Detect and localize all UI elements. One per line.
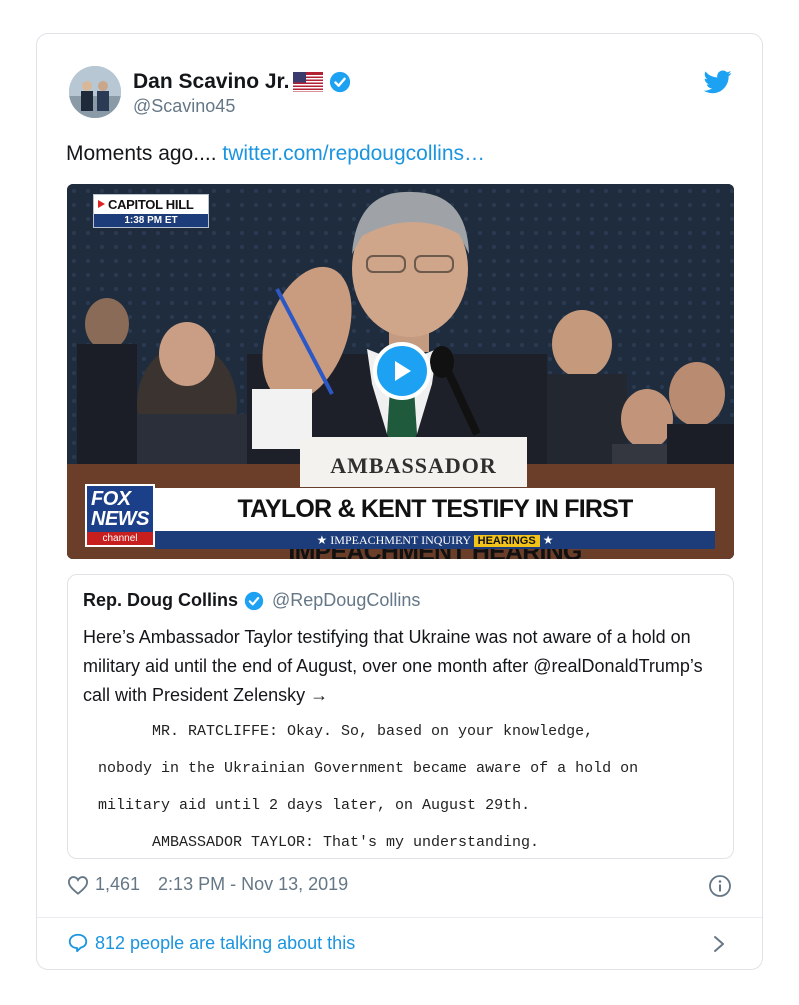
us-flag-icon	[293, 72, 324, 92]
author-name[interactable]: Dan Scavino Jr.	[133, 70, 289, 94]
verified-badge-icon	[330, 71, 351, 93]
author-avatar[interactable]	[69, 66, 121, 118]
tweet-link[interactable]: twitter.com/repdougcollins…	[222, 142, 485, 165]
heart-icon[interactable]	[67, 875, 89, 895]
tweet-text-prefix: Moments ago....	[66, 142, 223, 165]
location-time: 1:38 PM ET	[94, 214, 208, 227]
transcript-line: MR. RATCLIFFE: Okay. So, based on your k…	[152, 723, 594, 740]
network-logo-line2: NEWS	[91, 508, 150, 530]
verified-badge-icon	[244, 591, 264, 610]
location-badge: CAPITOL HILL 1:38 PM ET	[93, 194, 209, 228]
twitter-bird-icon[interactable]	[704, 70, 732, 94]
author-name-row: Dan Scavino Jr.	[133, 70, 351, 94]
quoted-text: Here’s Ambassador Taylor testifying that…	[83, 627, 703, 705]
location-arrow-icon	[98, 200, 105, 208]
conversation-link[interactable]: 812 people are talking about this	[67, 932, 355, 954]
info-icon[interactable]	[708, 874, 732, 898]
transcript-line: military aid until 2 days later, on Augu…	[98, 797, 531, 814]
play-icon	[395, 361, 411, 381]
tweet-timestamp[interactable]: 2:13 PM - Nov 13, 2019	[158, 874, 348, 895]
tweet-card: Dan Scavino Jr. @Scavino45 Moments ago..…	[36, 33, 763, 970]
like-count[interactable]: 1,461	[95, 874, 140, 895]
location-label: CAPITOL HILL	[108, 197, 194, 212]
quoted-header: Rep. Doug Collins @RepDougCollins	[83, 590, 420, 611]
chyron-subhead: ★ IMPEACHMENT INQUIRY HEARINGS ★	[155, 531, 715, 549]
video-player[interactable]: CAPITOL HILL 1:38 PM ET AMBASSADOR FOX N…	[67, 184, 734, 559]
chyron-subhead-text: ★ IMPEACHMENT INQUIRY	[316, 533, 471, 547]
tweet-meta: 1,461 2:13 PM - Nov 13, 2019	[67, 874, 348, 895]
chevron-right-icon[interactable]	[712, 934, 726, 954]
divider	[37, 917, 762, 918]
comment-bubble-icon	[68, 933, 88, 953]
transcript-line: AMBASSADOR TAYLOR: That's my understandi…	[152, 834, 540, 851]
nameplate: AMBASSADOR	[300, 437, 527, 487]
play-button[interactable]	[373, 342, 431, 400]
conversation-text[interactable]: 812 people are talking about this	[95, 933, 355, 954]
transcript-line: nobody in the Ukrainian Government becam…	[98, 760, 639, 777]
quoted-author-name: Rep. Doug Collins	[83, 590, 238, 610]
tweet-text: Moments ago.... twitter.com/repdougcolli…	[66, 142, 485, 166]
network-logo-line3: channel	[87, 532, 153, 545]
chyron-headline: TAYLOR & KENT TESTIFY IN FIRST IMPEACHME…	[155, 488, 715, 559]
quoted-author-handle: @RepDougCollins	[272, 590, 421, 610]
chyron-subhead-tag: HEARINGS	[473, 535, 540, 547]
quoted-tweet[interactable]: Rep. Doug Collins @RepDougCollins Here’s…	[67, 574, 734, 859]
network-logo: FOX NEWS channel	[85, 484, 155, 547]
author-handle[interactable]: @Scavino45	[133, 96, 235, 117]
chyron-subhead-tail: ★	[542, 533, 554, 547]
